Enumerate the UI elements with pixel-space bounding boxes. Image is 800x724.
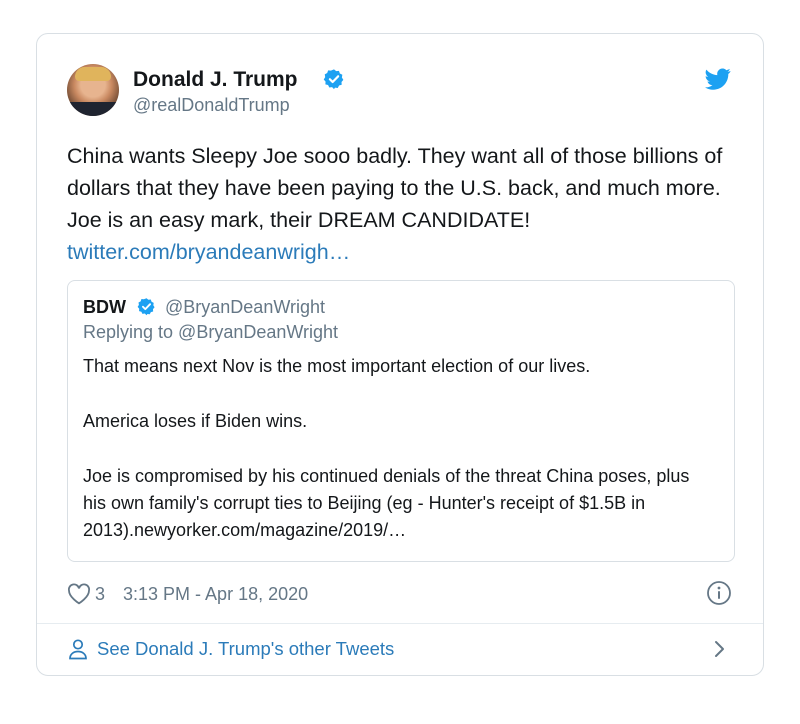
see-more-label[interactable]: See Donald J. Trump's other Tweets [97, 638, 394, 660]
quoted-text: That means next Nov is the most importan… [83, 353, 713, 544]
info-icon[interactable] [706, 580, 732, 606]
quoted-paragraph: America loses if Biden wins. [83, 411, 308, 431]
quoted-author-handle: @BryanDeanWright [165, 297, 326, 317]
quoted-author-name: BDW [83, 297, 126, 317]
timestamp[interactable]: 3:13 PM - Apr 18, 2020 [123, 584, 308, 605]
tweet-meta: 3 3:13 PM - Apr 18, 2020 [67, 581, 308, 607]
quoted-paragraph: Joe is compromised by his continued deni… [83, 466, 690, 540]
tweet-body: China wants Sleepy Joe sooo badly. They … [67, 144, 723, 232]
quoted-tweet[interactable]: BDW @BryanDeanWright Replying to @BryanD… [67, 280, 735, 562]
like-count[interactable]: 3 [95, 584, 105, 605]
twitter-bird-icon[interactable] [705, 66, 731, 92]
verified-badge-icon [137, 298, 155, 316]
tweet-link[interactable]: twitter.com/bryandeanwrigh… [67, 240, 350, 264]
see-more-tweets-link[interactable]: See Donald J. Trump's other Tweets [67, 636, 394, 662]
replying-to: Replying to @BryanDeanWright [83, 322, 339, 342]
chevron-right-icon[interactable] [709, 638, 729, 660]
avatar[interactable] [67, 64, 119, 116]
tweet-card: Donald J. Trump @realDonaldTrump China w… [36, 33, 764, 676]
heart-icon[interactable] [67, 583, 91, 605]
quoted-paragraph: That means next Nov is the most importan… [83, 356, 591, 376]
divider [37, 623, 763, 624]
author-handle[interactable]: @realDonaldTrump [133, 95, 290, 116]
tweet-text: China wants Sleepy Joe sooo badly. They … [67, 140, 737, 268]
person-icon [69, 639, 87, 660]
verified-badge-icon [323, 69, 344, 90]
author-name[interactable]: Donald J. Trump [133, 68, 298, 92]
